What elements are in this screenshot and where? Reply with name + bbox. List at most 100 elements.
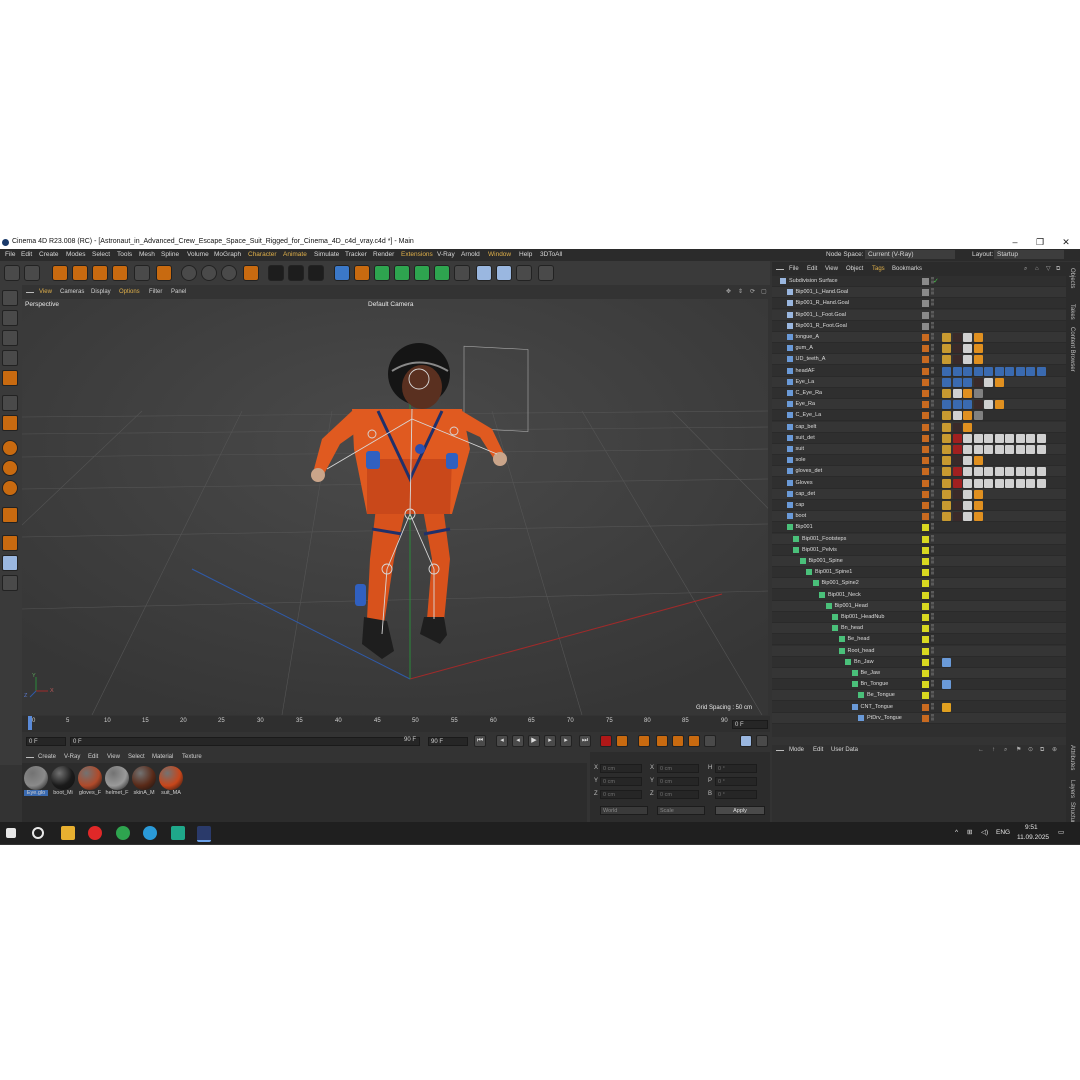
object-tag-icon[interactable] [963, 344, 972, 354]
object-tag-icon[interactable] [984, 445, 993, 454]
menu-character[interactable]: Character [248, 249, 277, 261]
object-row[interactable]: PtDrv_Tongue [772, 712, 1066, 724]
chrome-icon[interactable] [116, 826, 130, 840]
object-row[interactable]: C_Eye_La [772, 410, 1066, 422]
object-tag-icon[interactable] [1005, 433, 1014, 443]
object-row[interactable]: Bip001_HeadNub [772, 612, 1066, 623]
layer-color-icon[interactable] [922, 692, 929, 700]
layer-color-icon[interactable] [922, 468, 929, 476]
object-name[interactable]: Bn_Tongue [861, 679, 889, 690]
search-icon[interactable] [32, 827, 44, 839]
layer-color-icon[interactable] [922, 524, 929, 532]
rotation-p-field[interactable]: 0 ° [715, 777, 757, 786]
visibility-dots-icon[interactable] [931, 579, 934, 589]
object-row[interactable]: Eye_La [772, 376, 1066, 388]
object-tag-icon[interactable] [963, 389, 972, 398]
object-row[interactable]: Gloves [772, 478, 1066, 489]
attribute-menu-mode[interactable]: Mode [789, 745, 804, 756]
snap-icon[interactable] [2, 440, 18, 456]
end-frame-field[interactable]: 90 F [428, 737, 468, 746]
visibility-dots-icon[interactable] [931, 590, 934, 600]
scale-icon[interactable] [92, 265, 108, 281]
redo-icon[interactable] [24, 265, 40, 281]
object-name[interactable]: Be_head [848, 634, 870, 645]
visibility-dots-icon[interactable] [931, 400, 934, 410]
layer-color-icon[interactable] [922, 614, 929, 621]
object-name[interactable]: boot [796, 511, 807, 522]
object-row[interactable]: sole [772, 455, 1066, 467]
object-tag-icon[interactable] [1005, 478, 1014, 488]
layer-color-icon[interactable] [922, 479, 929, 487]
visibility-dots-icon[interactable] [931, 377, 934, 387]
floor-icon[interactable] [476, 265, 492, 281]
visibility-dots-icon[interactable] [931, 456, 934, 466]
previous-key-icon[interactable]: ◂ [496, 735, 508, 747]
object-row[interactable]: Eye_Ra [772, 399, 1066, 411]
tab-layers[interactable]: Layers [1069, 780, 1075, 798]
object-tag-icon[interactable] [973, 433, 983, 443]
settings-icon[interactable]: ⊕ [1052, 745, 1057, 756]
coordinate-system-select[interactable]: World [600, 806, 648, 815]
object-tag-icon[interactable] [963, 400, 972, 410]
material-swatch[interactable]: skinA_M [132, 766, 156, 796]
object-name[interactable]: headAF [796, 366, 815, 377]
object-row[interactable]: cap_belt [772, 421, 1066, 433]
render-settings-icon[interactable] [308, 265, 324, 281]
menu-create[interactable]: Create [39, 249, 59, 261]
object-row[interactable]: Bn_head [772, 623, 1066, 635]
object-name[interactable]: suit [796, 444, 805, 455]
material-menu-texture[interactable]: Texture [182, 752, 202, 763]
visibility-dots-icon[interactable] [931, 411, 934, 421]
layer-color-icon[interactable] [922, 401, 929, 409]
menu-tracker[interactable]: Tracker [345, 249, 367, 261]
object-row[interactable]: Be_head [772, 634, 1066, 646]
material-menu-create[interactable]: Create [38, 752, 56, 763]
object-row[interactable]: gum_A [772, 343, 1066, 355]
object-tag-icon[interactable] [973, 411, 983, 421]
timeline-ruler[interactable]: 0 5 10 15 20 25 30 35 40 45 50 55 60 65 … [22, 716, 770, 732]
object-name[interactable]: C_Eye_Ra [796, 388, 823, 399]
pen-icon[interactable] [354, 265, 370, 281]
object-tag-icon[interactable] [1015, 433, 1025, 443]
layer-color-icon[interactable] [922, 681, 929, 689]
object-name[interactable]: PtDrv_Tongue [867, 713, 902, 724]
go-to-start-icon[interactable]: ⏮ [474, 735, 486, 747]
object-tag-icon[interactable] [963, 422, 972, 432]
menu-render[interactable]: Render [373, 249, 394, 261]
visibility-dots-icon[interactable] [931, 355, 934, 365]
object-row[interactable]: boot [772, 511, 1066, 523]
viewport-menu-options[interactable]: Options [119, 287, 140, 298]
show-hidden-icons-icon[interactable]: ^ [955, 829, 958, 836]
object-name[interactable]: Bip001_R_Foot.Goal [796, 321, 847, 332]
object-row[interactable]: Bip001_R_Hand.Goal [772, 298, 1066, 310]
object-tag-icon[interactable] [942, 433, 951, 443]
object-name[interactable]: Bn_Jaw [854, 657, 874, 668]
object-row[interactable]: Bip001_L_Hand.Goal [772, 287, 1066, 299]
object-name[interactable]: suit_det [796, 433, 815, 444]
object-tag-icon[interactable] [994, 433, 1004, 443]
tab-takes[interactable]: Takes [1069, 304, 1075, 320]
object-tag-icon[interactable] [1005, 366, 1014, 376]
object-tag-icon[interactable] [942, 456, 951, 466]
lock-icon[interactable]: ⊙ [1028, 745, 1033, 756]
object-tag-icon[interactable] [942, 467, 951, 477]
rotation-key-icon[interactable] [688, 735, 700, 747]
record-active-icon[interactable] [600, 735, 612, 747]
extrude-icon[interactable] [394, 265, 410, 281]
visibility-dots-icon[interactable] [931, 635, 934, 645]
object-tag-icon[interactable] [973, 456, 983, 466]
menu-file[interactable]: File [5, 249, 15, 261]
object-name[interactable]: tongue_A [796, 332, 820, 343]
object-tag-icon[interactable] [942, 680, 951, 690]
viewport-menu-filter[interactable]: Filter [149, 287, 162, 298]
cloner-icon[interactable] [414, 265, 430, 281]
object-tag-icon[interactable]: ✓ [933, 277, 942, 286]
snap-settings-icon[interactable] [2, 460, 18, 476]
menu-spline[interactable]: Spline [161, 249, 179, 261]
object-row[interactable]: Bip001_Spine2 [772, 578, 1066, 590]
layer-color-icon[interactable] [922, 625, 929, 633]
size-y-field[interactable]: 0 cm [657, 777, 699, 786]
object-tag-icon[interactable] [973, 377, 983, 387]
frame-range-slider[interactable]: 0 F [70, 737, 420, 746]
object-name[interactable]: Eye_Ra [796, 399, 816, 410]
